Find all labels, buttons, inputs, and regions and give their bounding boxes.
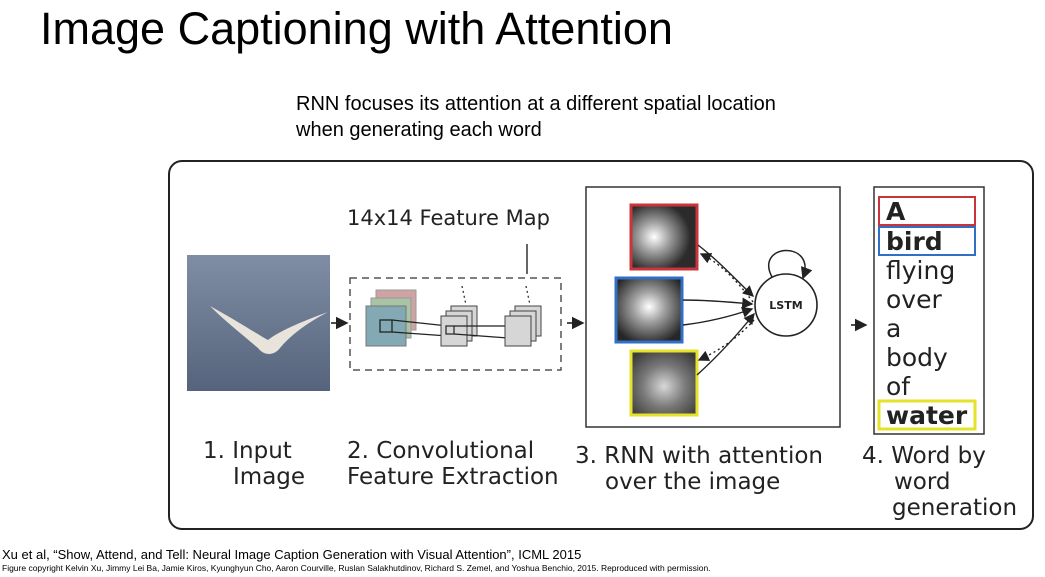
word-2: bird (886, 227, 943, 256)
stage-1-caption: 1. Input Image (203, 438, 306, 490)
word-8: water (886, 401, 968, 430)
copyright-notice: Figure copyright Kelvin Xu, Jimmy Lei Ba… (2, 563, 711, 573)
word-6: body (886, 343, 948, 372)
stage-3-caption: 3. RNN with attention over the image (575, 443, 823, 495)
stage-2-caption: 2. Convolutional Feature Extraction (347, 438, 559, 490)
citation: Xu et al, “Show, Attend, and Tell: Neura… (2, 547, 582, 562)
word-5: a (886, 314, 901, 343)
word-1: A (886, 197, 906, 226)
stage-4-caption: 4. Word by word generation (862, 443, 1018, 521)
lstm-label: LSTM (769, 299, 802, 312)
word-3: flying (886, 256, 955, 285)
attention-map-1 (629, 203, 699, 271)
word-7: of (886, 372, 911, 401)
word-4: over (886, 285, 942, 314)
cnn-layer-stacks (365, 285, 542, 347)
feature-map-label: 14x14 Feature Map (347, 206, 550, 230)
attention-map-3 (629, 349, 699, 417)
input-image (187, 255, 330, 391)
attention-map-2 (614, 276, 684, 344)
